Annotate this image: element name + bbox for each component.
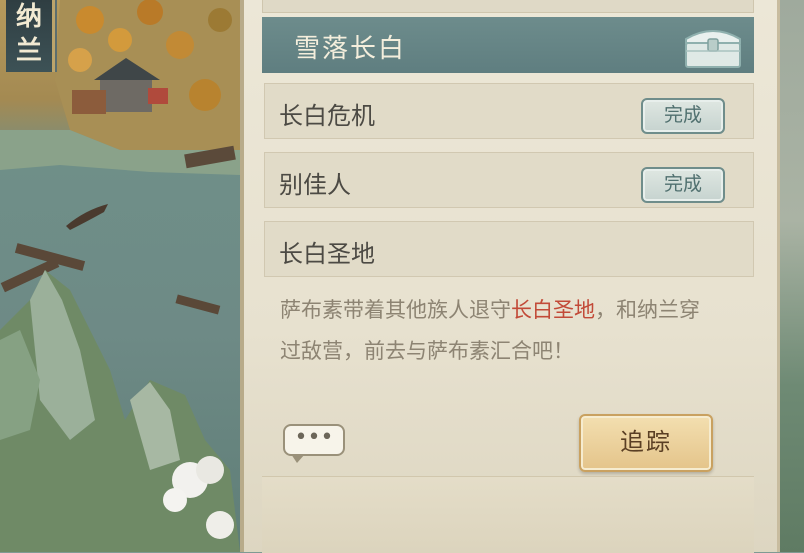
description-text: 萨布素带着其他族人退守 (280, 298, 511, 322)
name-char-2: 兰 (15, 36, 42, 66)
quest-description: 萨布素带着其他族人退守长白圣地，和纳兰穿过敌营，前去与萨布素汇合吧！ (280, 290, 720, 372)
chapter-header[interactable]: 雪落长白 (262, 17, 754, 73)
quest-complete-badge: 完成 (641, 98, 725, 134)
quest-title: 长白圣地 (279, 240, 375, 268)
quest-item[interactable]: 别佳人 完成 (264, 152, 754, 208)
treasure-chest-icon[interactable] (680, 21, 746, 71)
world-map[interactable]: 纳 兰 (0, 0, 240, 552)
name-char-1: 纳 (15, 2, 42, 32)
chapter-title: 雪落长白 (294, 34, 407, 64)
description-location-highlight[interactable]: 长白圣地 (511, 298, 595, 322)
quest-panel: 雪落长白 长白危机 完成 别佳人 完成 长白圣地 萨布素带着其他族人退守长白圣地… (240, 0, 780, 553)
character-name-banner: 纳 兰 (6, 0, 55, 72)
dialogue-bubble-button[interactable]: ••• (283, 424, 345, 463)
map-terrain (0, 0, 240, 552)
panel-bottom-area (262, 476, 754, 553)
quest-item-active[interactable]: 长白圣地 (264, 221, 754, 277)
quest-title: 长白危机 (279, 102, 375, 130)
quest-title: 别佳人 (279, 171, 351, 199)
right-map-edge (780, 0, 804, 552)
panel-top-edge (262, 0, 754, 13)
quest-complete-badge: 完成 (641, 167, 725, 203)
quest-item[interactable]: 长白危机 完成 (264, 83, 754, 139)
track-button[interactable]: 追踪 (579, 414, 713, 472)
